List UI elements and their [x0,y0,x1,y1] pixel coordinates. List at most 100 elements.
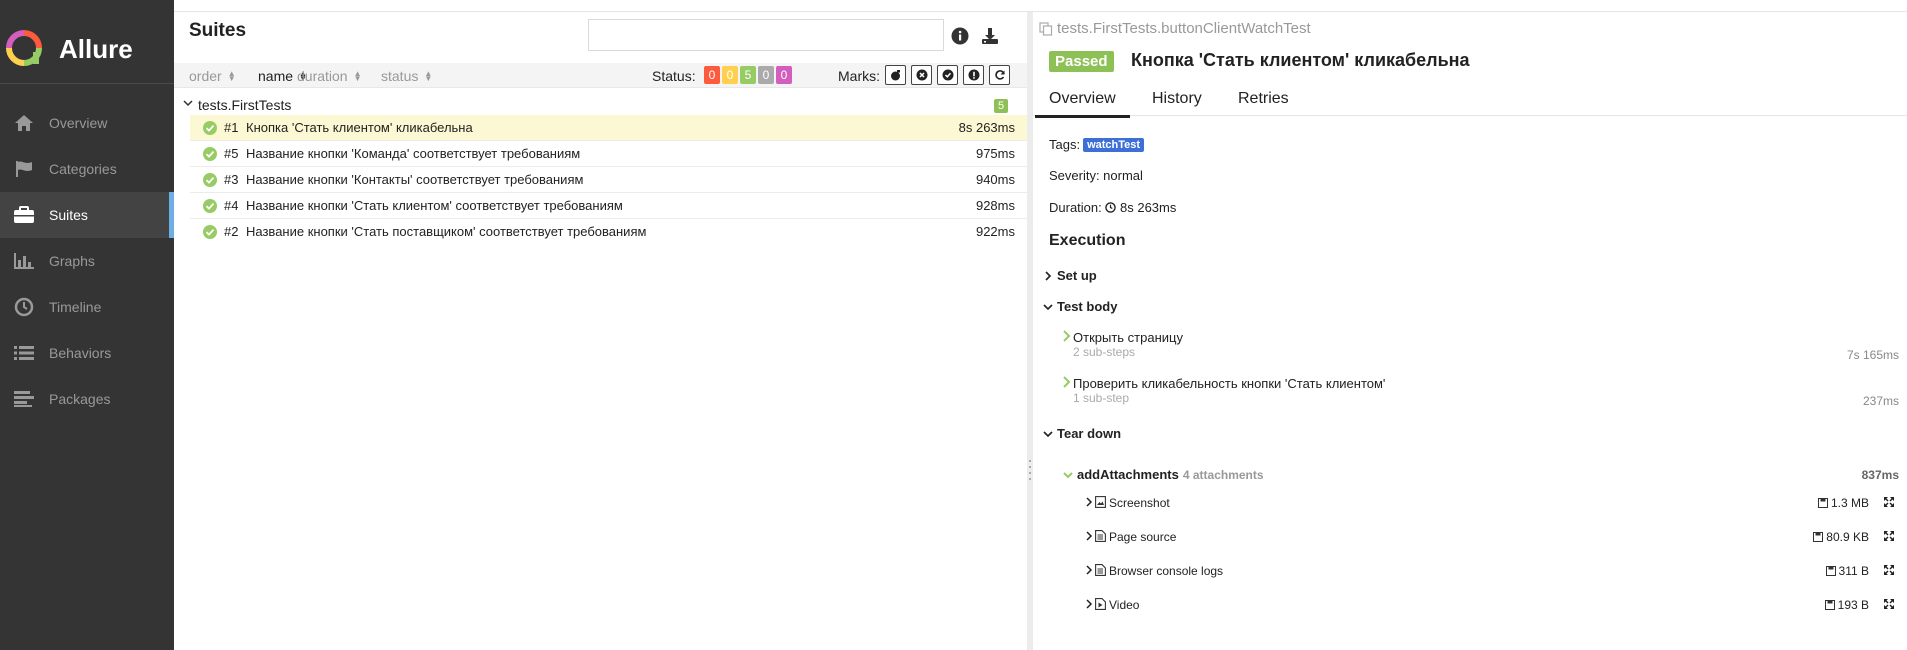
teardown-section[interactable]: Tear down [1043,426,1121,441]
step-substeps: 2 sub-steps [1073,345,1136,359]
table-row[interactable]: #5 Название кнопки 'Команда' соответству… [190,141,1027,167]
attachment-row[interactable]: Screenshot 1.3 MB [1085,494,1905,514]
severity: Severity: normal [1049,168,1143,183]
status-filter-skipped[interactable]: 0 [758,66,774,84]
attachment-size-value: 80.9 KB [1826,530,1869,544]
expand-icon[interactable] [1883,496,1895,508]
page-title: Suites [189,20,247,41]
table-row[interactable]: #1 Кнопка 'Стать клиентом' кликабельна 8… [190,115,1027,141]
sidebar-nav: Overview Categories Suites Graphs Timeli… [0,100,174,422]
sidebar-item-graphs[interactable]: Graphs [0,238,174,284]
step-substeps: 1 sub-step [1073,391,1130,405]
attachment-size: 193 B [1824,598,1869,612]
add-attachments-name: addAttachments [1077,467,1179,482]
passed-status-icon [203,147,217,161]
sidebar-item-label: Packages [49,391,111,407]
attachment-size: 1.3 MB [1817,496,1869,510]
flaky-mark-icon[interactable] [885,65,906,85]
sort-order[interactable]: order ▲ ▼ [189,68,236,84]
test-body-section[interactable]: Test body [1043,299,1117,314]
expand-icon[interactable] [1883,564,1895,576]
suites-pane: Suites order ▲ ▼ name ▲ ▼ duration ▲ ▼ s… [174,12,1027,650]
test-duration: 975ms [975,146,1015,161]
copy-icon [1039,21,1053,36]
test-number: #3 [224,172,239,187]
suite-group-count-badge: 5 [994,99,1008,113]
table-row[interactable]: #2 Название кнопки 'Стать поставщиком' с… [190,219,1027,245]
sidebar-item-categories[interactable]: Categories [0,146,174,192]
test-duration: 922ms [975,224,1015,239]
test-list: #1 Кнопка 'Стать клиентом' кликабельна 8… [190,115,1027,245]
setup-section[interactable]: Set up [1043,268,1097,283]
tags-label: Tags: [1049,137,1081,152]
attachment-name: Screenshot [1109,496,1170,510]
attachment-row[interactable]: Browser console logs 311 B [1085,562,1905,582]
tag-badge[interactable]: watchTest [1083,138,1145,152]
sort-duration-label: duration [297,68,348,84]
text-file-icon [1095,530,1106,542]
status-filter-broken[interactable]: 0 [722,66,738,84]
attachment-row[interactable]: Video 193 B [1085,596,1905,616]
status-filter-label: Status: [652,68,696,84]
execution-heading: Execution [1049,232,1126,249]
test-body-label: Test body [1057,299,1118,314]
test-duration: 8s 263ms [958,120,1015,135]
chevron-right-icon [1063,330,1071,342]
attachment-name: Video [1109,598,1140,612]
retries-mark-icon[interactable] [989,65,1010,85]
brand[interactable]: Allure [0,12,174,84]
sidebar-item-behaviors[interactable]: Behaviors [0,330,174,376]
sidebar-item-label: Categories [49,161,117,177]
sort-duration-wrap[interactable]: duration ▲ ▼ [297,68,362,84]
home-icon [0,114,48,132]
test-name: Название кнопки 'Стать поставщиком' соот… [246,224,647,239]
new-broken-mark-icon[interactable] [963,65,984,85]
chevron-right-icon [1086,565,1093,575]
expand-icon[interactable] [1883,530,1895,542]
brand-name: Allure [59,34,133,64]
status-filter-passed[interactable]: 5 [740,66,756,84]
test-name: Кнопка 'Стать клиентом' кликабельна [246,120,473,135]
test-number: #2 [224,224,239,239]
sidebar-item-timeline[interactable]: Timeline [0,284,174,330]
step-duration: 837ms [1861,468,1899,482]
breadcrumb-text: tests.FirstTests.buttonClientWatchTest [1057,20,1311,37]
tab-retries[interactable]: Retries [1238,90,1289,108]
test-name: Название кнопки 'Стать клиентом' соответ… [246,198,623,213]
bar-chart-icon [0,252,48,270]
step-duration: 7s 165ms [1846,348,1899,362]
new-passed-mark-icon[interactable] [937,65,958,85]
passed-status-icon [203,225,217,239]
sort-bar: order ▲ ▼ name ▲ ▼ duration ▲ ▼ status ▲ ▼ S… [174,63,1027,88]
tab-history[interactable]: History [1152,90,1202,108]
expand-icon[interactable] [1883,598,1895,610]
sidebar-item-packages[interactable]: Packages [0,376,174,422]
info-icon[interactable] [950,26,972,48]
download-icon[interactable] [980,26,1002,48]
search-input[interactable] [588,19,944,51]
sort-caret-icon: ▲ ▼ [353,69,362,83]
status-filter-failed[interactable]: 0 [704,66,720,84]
chevron-down-icon [1063,471,1073,478]
sort-caret-icon: ▲ ▼ [227,69,236,83]
sidebar-item-suites[interactable]: Suites [0,192,174,238]
add-attachments-step[interactable]: addAttachments 4 attachments [1063,467,1264,482]
new-failed-mark-icon[interactable] [911,65,932,85]
chevron-down-icon [1043,430,1053,437]
sort-name-label: name [258,68,294,84]
tab-overview[interactable]: Overview [1035,90,1130,118]
sort-status[interactable]: status ▲ ▼ [381,68,432,84]
chevron-right-icon [1045,270,1052,281]
table-row[interactable]: #3 Название кнопки 'Контакты' соответств… [190,167,1027,193]
table-row[interactable]: #4 Название кнопки 'Стать клиентом' соот… [190,193,1027,219]
sidebar-item-label: Behaviors [49,345,112,361]
attachment-row[interactable]: Page source 80.9 KB [1085,528,1905,548]
status-filter-unknown[interactable]: 0 [776,66,792,84]
sidebar-item-overview[interactable]: Overview [0,100,174,146]
align-left-icon [0,390,48,408]
breadcrumb[interactable]: tests.FirstTests.buttonClientWatchTest [1039,20,1311,37]
testcase-pane: tests.FirstTests.buttonClientWatchTest P… [1033,12,1907,650]
passed-status-icon [203,199,217,213]
step-name: Проверить кликабельность кнопки 'Стать к… [1073,376,1386,391]
test-number: #5 [224,146,239,161]
